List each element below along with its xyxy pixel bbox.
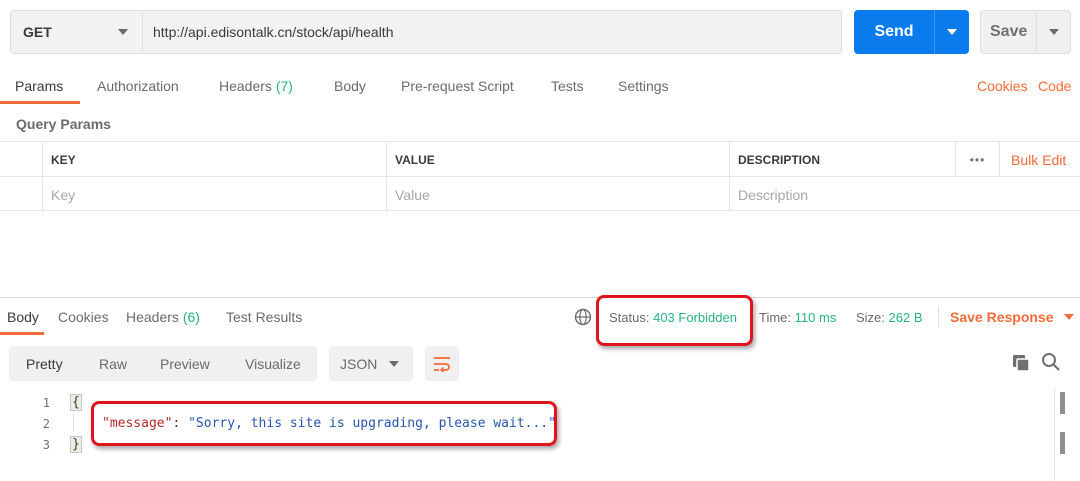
response-tab-cookies[interactable]: Cookies [58,309,109,325]
size-value: 262 B [888,310,923,325]
save-response-button[interactable]: Save Response [950,309,1074,325]
line-number: 1 [42,396,50,410]
send-button[interactable]: Send [854,10,969,54]
status-highlight-box [596,295,753,346]
tab-params[interactable]: Params [15,78,63,94]
response-tab-body[interactable]: Body [7,309,39,325]
value-input[interactable]: Value [386,177,729,212]
chevron-down-icon [1048,29,1059,35]
send-options-button[interactable] [934,10,969,54]
close-brace: } [70,436,82,453]
tab-label: Cookies [58,309,109,325]
response-tab-headers[interactable]: Headers (6) [126,309,200,325]
active-tab-indicator [0,101,80,104]
tab-count: (6) [182,309,200,325]
tab-authorization[interactable]: Authorization [97,78,179,94]
save-button[interactable]: Save [980,10,1071,54]
cookies-link[interactable]: Cookies [977,78,1028,94]
format-label: JSON [340,355,378,372]
chevron-down-icon [389,360,399,367]
save-label: Save [990,23,1028,40]
method-label: GET [23,24,52,40]
bulk-edit-link[interactable]: Bulk Edit [999,142,1080,177]
url-input[interactable]: http://api.edisontalk.cn/stock/api/healt… [142,10,842,54]
tab-tests[interactable]: Tests [551,78,584,94]
tab-settings[interactable]: Settings [618,78,669,94]
method-select[interactable]: GET [10,10,142,54]
params-table: KEY VALUE DESCRIPTION ••• Bulk Edit Key … [0,141,1080,212]
view-pretty[interactable]: Pretty [26,356,63,372]
tab-body[interactable]: Body [334,78,366,94]
table-header-row: KEY VALUE DESCRIPTION ••• Bulk Edit [0,141,1080,177]
chevron-down-icon [118,29,128,35]
column-header-value: VALUE [386,142,729,177]
description-input[interactable]: Description [729,177,1080,212]
column-header-description: DESCRIPTION [729,142,955,177]
query-params-title: Query Params [16,116,111,132]
view-mode-group: Pretty Raw Preview Visualize [9,346,317,381]
response-tab-test-results[interactable]: Test Results [226,309,302,325]
globe-icon[interactable] [574,308,592,326]
active-response-tab-indicator [0,332,44,335]
message-highlight-box [91,401,557,446]
tab-label: Pre-request Script [401,78,514,94]
tab-label: Tests [551,78,584,94]
code-line-1: { [70,394,82,411]
scrollbar-track[interactable] [1054,388,1055,481]
wrap-lines-icon [434,356,450,372]
save-response-label: Save Response [950,309,1054,325]
format-select[interactable]: JSON [329,346,413,381]
view-raw[interactable]: Raw [99,356,127,372]
tab-headers[interactable]: Headers (7) [219,78,293,94]
indent-guide [73,414,74,432]
tab-label: Body [334,78,366,94]
key-input[interactable]: Key [42,177,386,212]
scrollbar-marker [1060,392,1065,414]
table-row: Key Value Description [0,176,1080,212]
view-visualize[interactable]: Visualize [245,356,301,372]
open-brace: { [70,394,82,411]
tab-label: Body [7,309,39,325]
scrollbar-marker [1060,432,1065,454]
time-readout: Time: 110 ms [759,310,836,325]
divider [938,306,939,328]
copy-icon[interactable] [1011,353,1031,373]
tab-label: Headers [219,78,272,94]
time-label: Time: [759,310,792,325]
chevron-down-icon [947,29,957,35]
tab-label: Authorization [97,78,179,94]
save-options-button[interactable] [1036,11,1070,53]
size-readout: Size: 262 B [856,310,923,325]
pane-divider[interactable] [0,297,1080,298]
send-label: Send [874,23,914,40]
url-text: http://api.edisontalk.cn/stock/api/healt… [153,24,394,40]
tab-pre-request-script[interactable]: Pre-request Script [401,78,514,94]
search-icon[interactable] [1041,352,1061,372]
chevron-down-icon [1063,314,1074,320]
line-number: 3 [42,438,50,452]
tab-label: Test Results [226,309,303,325]
tab-count: (7) [275,78,293,94]
tab-label: Params [15,78,64,94]
request-bar: GET http://api.edisontalk.cn/stock/api/h… [10,10,842,54]
view-preview[interactable]: Preview [160,356,210,372]
size-label: Size: [856,310,885,325]
time-value: 110 ms [794,310,837,325]
code-line-3: } [70,436,82,453]
code-link[interactable]: Code [1038,78,1071,94]
line-number: 2 [42,417,50,431]
more-options-icon[interactable]: ••• [955,142,999,177]
column-header-key: KEY [42,142,386,177]
request-tabs: Params Authorization Headers (7) Body Pr… [0,70,1080,104]
tab-label: Settings [618,78,669,94]
wrap-lines-button[interactable] [425,346,459,381]
tab-label: Headers [126,309,179,325]
